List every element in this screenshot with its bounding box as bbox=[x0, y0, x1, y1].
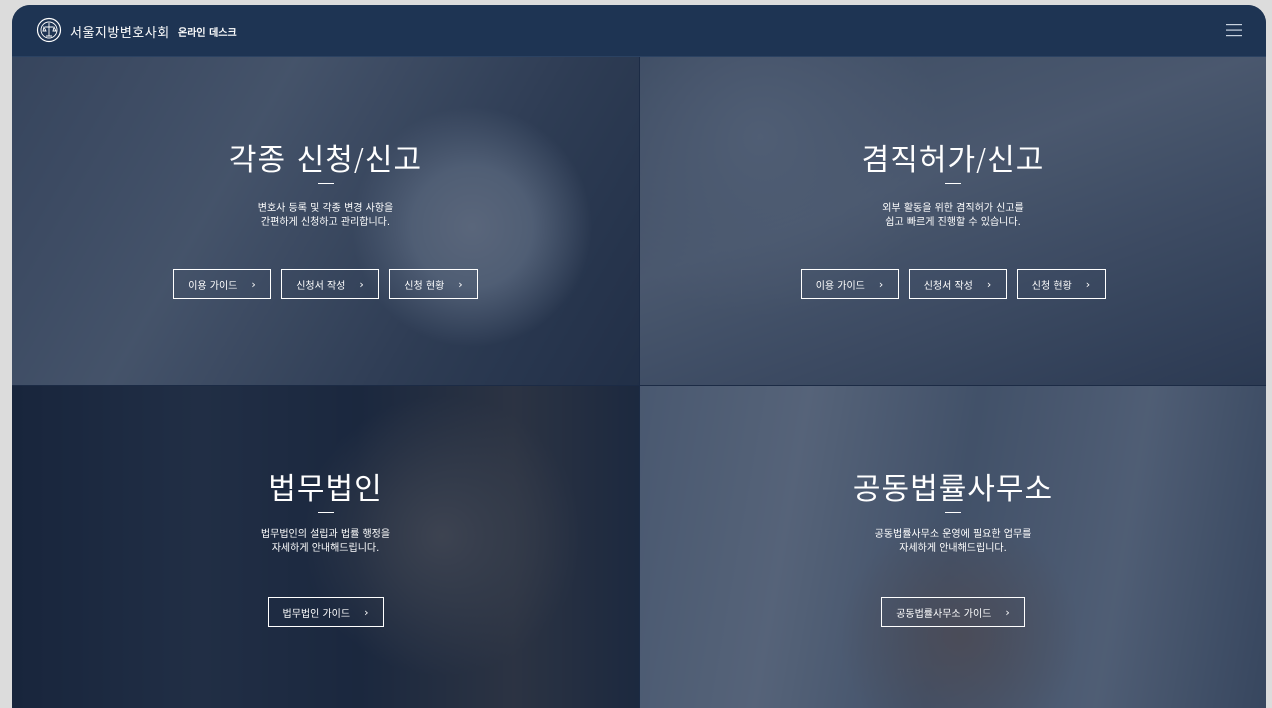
application-status-button[interactable]: 신청 현황 › bbox=[389, 269, 478, 299]
usage-guide-button[interactable]: 이용 가이드 › bbox=[800, 269, 899, 299]
top-navigation-bar: 서울지방변호사회 온라인 데스크 bbox=[12, 5, 1266, 57]
panel-title: 공동법률사무소 bbox=[852, 472, 1054, 507]
button-label: 이용 가이드 bbox=[188, 280, 238, 292]
law-firm-guide-button[interactable]: 법무법인 가이드 › bbox=[267, 597, 384, 627]
title-divider bbox=[945, 512, 961, 513]
description-line: 간편하게 신청하고 관리합니다. bbox=[260, 217, 391, 228]
brand-subtitle[interactable]: 온라인 데스크 bbox=[178, 24, 237, 39]
chevron-right-icon: › bbox=[364, 605, 369, 619]
usage-guide-button[interactable]: 이용 가이드 › bbox=[173, 269, 271, 299]
chevron-right-icon: › bbox=[251, 277, 256, 291]
title-divider bbox=[317, 183, 334, 184]
chevron-right-icon: › bbox=[878, 277, 884, 291]
write-application-button[interactable]: 신청서 작성 › bbox=[281, 269, 379, 299]
button-label: 법무법인 가이드 bbox=[282, 608, 351, 620]
panel-buttons: 이용 가이드 › 신청서 작성 › 신청 현황 › bbox=[640, 269, 1266, 299]
button-label: 이용 가이드 bbox=[815, 280, 865, 292]
panel-title: 법무법인 bbox=[268, 472, 383, 507]
chevron-right-icon: › bbox=[1005, 605, 1010, 619]
service-grid: 각종 신청/신고 변호사 등록 및 각종 변경 사항을 간편하게 신청하고 관리… bbox=[12, 57, 1266, 708]
chevron-right-icon: › bbox=[359, 277, 364, 291]
description-line: 법무법인의 설립과 법률 행정을 bbox=[260, 529, 391, 540]
description-line: 자세하게 안내해드립니다. bbox=[899, 543, 1007, 554]
description-line: 쉽고 빠르게 진행할 수 있습니다. bbox=[885, 217, 1021, 228]
app-frame: 서울지방변호사회 온라인 데스크 각종 신청/신고 변호사 등록 및 각종 변경… bbox=[12, 5, 1266, 708]
chevron-right-icon: › bbox=[1085, 277, 1091, 291]
application-status-button[interactable]: 신청 현황 › bbox=[1016, 269, 1106, 299]
write-application-button[interactable]: 신청서 작성 › bbox=[908, 269, 1007, 299]
panel-buttons: 공동법률사무소 가이드 › bbox=[640, 597, 1266, 627]
chevron-right-icon: › bbox=[458, 277, 463, 291]
button-label: 신청서 작성 bbox=[296, 280, 346, 292]
joint-law-office-guide-button[interactable]: 공동법률사무소 가이드 › bbox=[881, 597, 1025, 627]
panel-concurrent-position: 겸직허가/신고 외부 활동을 위한 겸직허가 신고를 쉽고 빠르게 진행할 수 … bbox=[640, 57, 1266, 385]
description-line: 변호사 등록 및 각종 변경 사항을 bbox=[257, 203, 394, 214]
hamburger-menu-icon[interactable] bbox=[1224, 21, 1244, 39]
description-line: 자세하게 안내해드립니다. bbox=[271, 543, 380, 554]
brand-name[interactable]: 서울지방변호사회 bbox=[70, 22, 170, 41]
button-label: 공동법률사무소 가이드 bbox=[896, 608, 992, 620]
panel-buttons: 법무법인 가이드 › bbox=[12, 597, 639, 627]
button-label: 신청서 작성 bbox=[923, 280, 973, 292]
panel-description: 외부 활동을 위한 겸직허가 신고를 쉽고 빠르게 진행할 수 있습니다. bbox=[640, 202, 1266, 230]
panel-joint-law-office: 공동법률사무소 공동법률사무소 운영에 필요한 업무를 자세하게 안내해드립니다… bbox=[640, 386, 1266, 708]
panel-law-firm: 법무법인 법무법인의 설립과 법률 행정을 자세하게 안내해드립니다. 법무법인… bbox=[12, 386, 639, 708]
bar-association-emblem-icon[interactable] bbox=[36, 17, 62, 43]
button-label: 신청 현황 bbox=[404, 280, 445, 292]
title-divider bbox=[945, 183, 961, 184]
panel-description: 변호사 등록 및 각종 변경 사항을 간편하게 신청하고 관리합니다. bbox=[12, 202, 639, 230]
description-line: 외부 활동을 위한 겸직허가 신고를 bbox=[882, 203, 1024, 214]
panel-title: 겸직허가/신고 bbox=[861, 143, 1045, 178]
panel-title: 각종 신청/신고 bbox=[228, 143, 423, 178]
button-label: 신청 현황 bbox=[1031, 280, 1072, 292]
title-divider bbox=[317, 512, 334, 513]
panel-description: 공동법률사무소 운영에 필요한 업무를 자세하게 안내해드립니다. bbox=[640, 528, 1266, 556]
panel-buttons: 이용 가이드 › 신청서 작성 › 신청 현황 › bbox=[12, 269, 639, 299]
chevron-right-icon: › bbox=[986, 277, 992, 291]
panel-description: 법무법인의 설립과 법률 행정을 자세하게 안내해드립니다. bbox=[12, 528, 639, 556]
panel-applications: 각종 신청/신고 변호사 등록 및 각종 변경 사항을 간편하게 신청하고 관리… bbox=[12, 57, 639, 385]
description-line: 공동법률사무소 운영에 필요한 업무를 bbox=[874, 529, 1032, 540]
